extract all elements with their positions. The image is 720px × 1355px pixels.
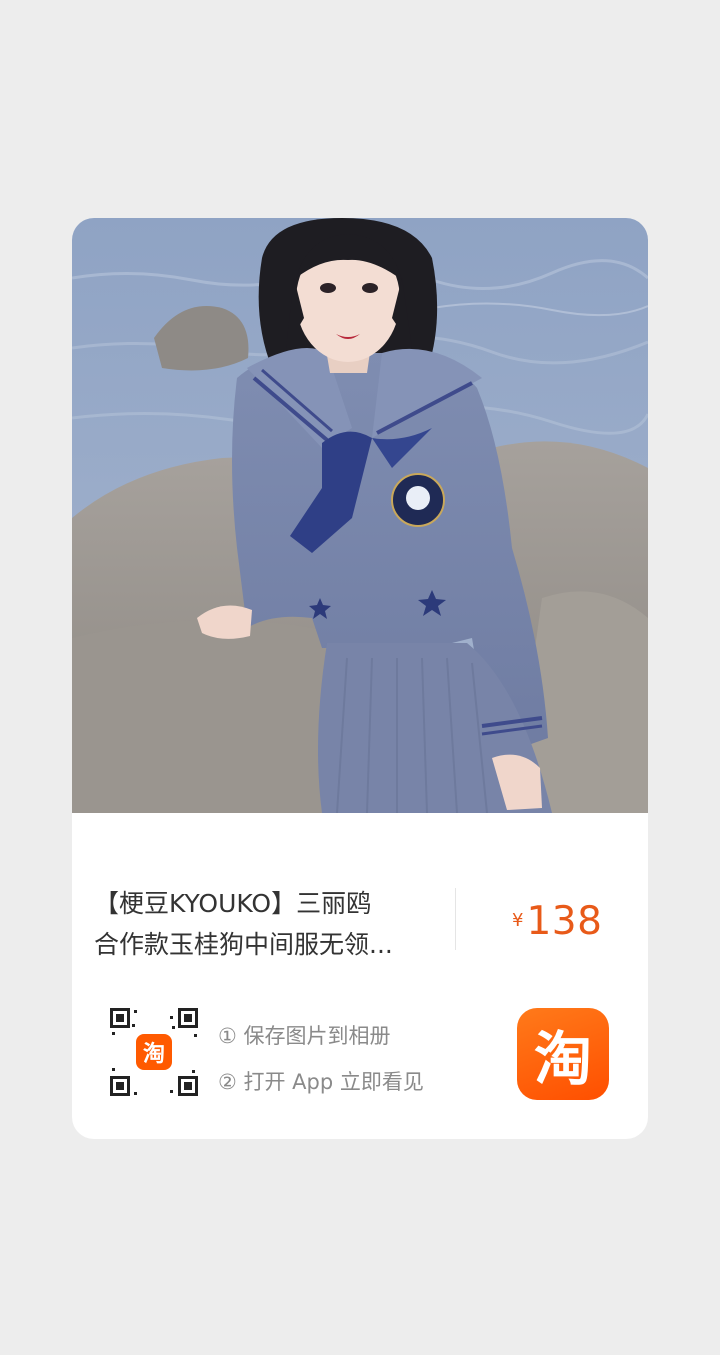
step-save-image: ① 保存图片到相册 xyxy=(218,1024,391,1048)
product-price: ¥138 xyxy=(512,899,602,944)
product-photo[interactable] xyxy=(72,218,648,813)
price-value: 138 xyxy=(526,899,603,944)
product-info: 【梗豆KYOUKO】三丽鸥 合作款玉桂狗中间服无领... ¥138 淘 ① 保存… xyxy=(72,813,648,1139)
step-open-app: ② 打开 App 立即看见 xyxy=(218,1070,424,1094)
product-title[interactable]: 【梗豆KYOUKO】三丽鸥 合作款玉桂狗中间服无领... xyxy=(94,883,444,965)
product-title-line-2: 合作款玉桂狗中间服无领... xyxy=(94,930,393,959)
taobao-icon-glyph: 淘 xyxy=(533,1025,592,1093)
title-price-divider xyxy=(455,888,456,950)
product-title-line-1: 【梗豆KYOUKO】三丽鸥 xyxy=(94,889,372,918)
qr-code[interactable]: 淘 xyxy=(108,1006,200,1098)
currency-symbol: ¥ xyxy=(512,910,524,931)
qr-center-badge: 淘 xyxy=(142,1042,165,1067)
share-instructions: ① 保存图片到相册 ② 打开 App 立即看见 xyxy=(218,1013,424,1105)
share-card: 【梗豆KYOUKO】三丽鸥 合作款玉桂狗中间服无领... ¥138 淘 ① 保存… xyxy=(72,218,648,1139)
taobao-app-icon[interactable]: 淘 xyxy=(517,1008,609,1100)
